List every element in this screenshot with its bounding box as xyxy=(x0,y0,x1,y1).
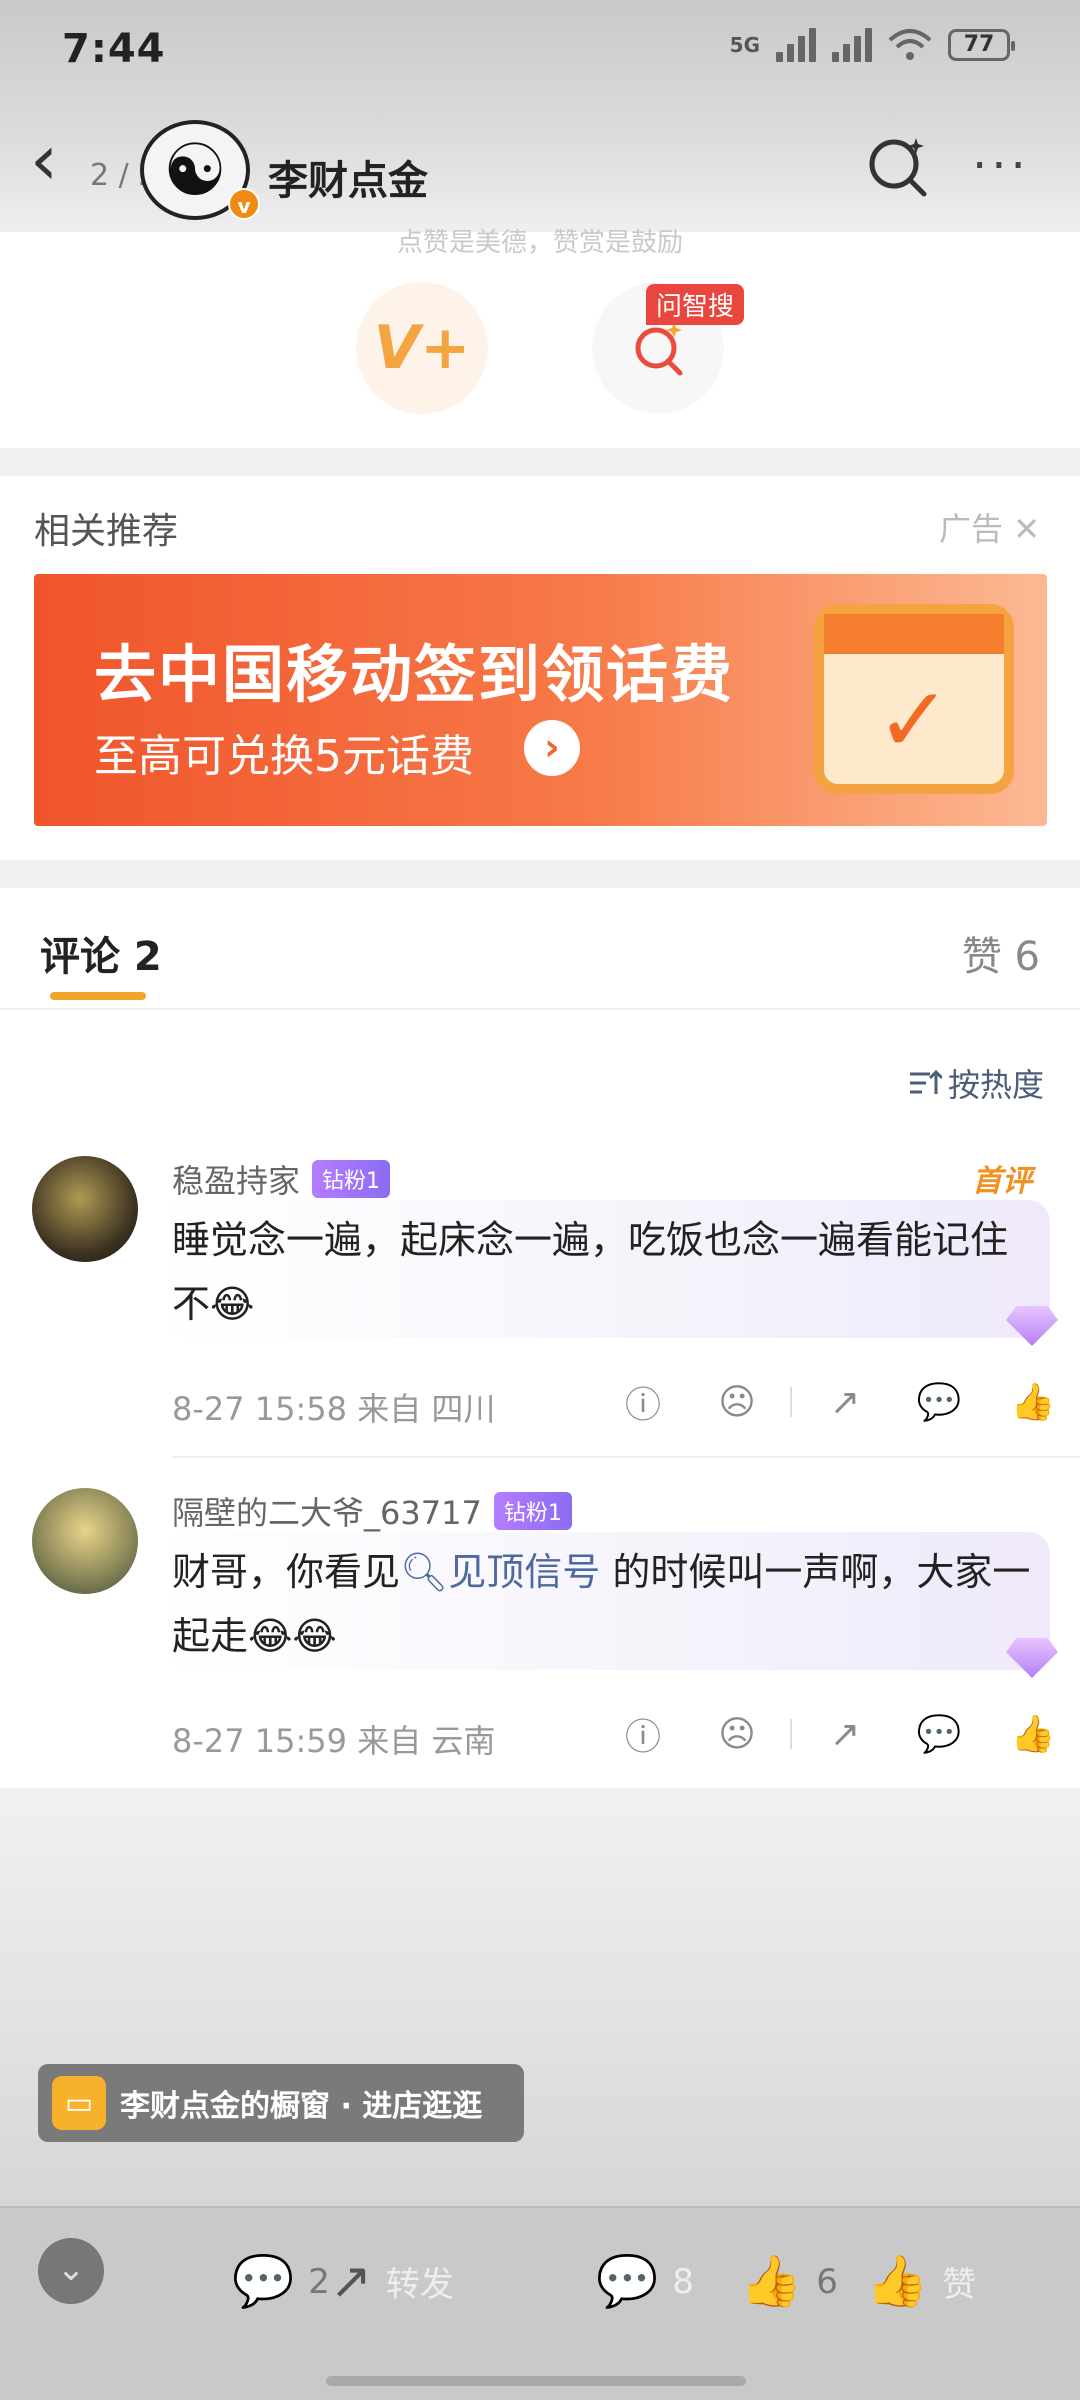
ask-badge: 问智搜 xyxy=(646,284,745,325)
topic-link-text: 见顶信号 xyxy=(448,1550,601,1594)
repost-button[interactable]: ↗ 转发 xyxy=(330,2252,454,2310)
collapse-button[interactable]: ⌄ xyxy=(38,2238,104,2304)
topic-link[interactable]: 🔍︎见顶信号 xyxy=(400,1550,600,1594)
diamond-icon xyxy=(1006,1638,1058,1678)
commenter-avatar[interactable] xyxy=(32,1156,138,1262)
report-icon[interactable]: ⓘ xyxy=(596,1376,690,1428)
status-time: 7:44 xyxy=(62,26,166,72)
like-ghost-button[interactable]: 👍 赞 xyxy=(866,2252,976,2311)
comment-meta: 8-27 15:58 来自 四川 xyxy=(172,1390,496,1428)
signal-icon xyxy=(776,28,816,62)
comment-count: 2 xyxy=(308,2261,330,2302)
sort-icon xyxy=(909,1069,942,1094)
report-icon[interactable]: ⓘ xyxy=(596,1708,690,1760)
repost-count: 8 xyxy=(672,2261,694,2302)
dislike-icon[interactable]: ☹ xyxy=(690,1382,784,1423)
like-icon: 👍 xyxy=(740,2252,803,2310)
tab-likes[interactable]: 赞 6 xyxy=(962,924,1040,982)
comment-icon: 💬 xyxy=(232,2252,295,2310)
battery-icon: 77 xyxy=(948,29,1015,61)
comment-actions: ⓘ ☹ ↗ 💬 👍 xyxy=(596,1708,1080,1760)
status-icons: 5G 77 xyxy=(729,28,1015,62)
like-label: 赞 xyxy=(942,2265,977,2305)
comment-text[interactable]: 财哥，你看见🔍︎见顶信号 的时候叫一声啊，大家一起走😂😂 xyxy=(172,1540,1032,1668)
like-button[interactable]: 👍 6 xyxy=(740,2252,838,2311)
commenter-name-row: 隔壁的二大爷_63717 钻粉1 xyxy=(172,1488,572,1534)
ad-close-button[interactable]: 广告 ✕ xyxy=(939,504,1040,550)
comment-text[interactable]: 睡觉念一遍，起床念一遍，吃饭也念一遍看能记住不😂 xyxy=(172,1208,1032,1336)
bottom-fade xyxy=(0,1790,1080,2210)
reward-hint: 点赞是美德，赞赏是鼓励 xyxy=(396,228,683,258)
dislike-icon[interactable]: ☹ xyxy=(690,1714,784,1755)
comment-text-part: 财哥，你看见 xyxy=(172,1550,401,1594)
action-separator xyxy=(790,1387,792,1417)
commenter-name[interactable]: 稳盈持家 xyxy=(172,1156,300,1202)
shop-icon: ▭ xyxy=(52,2076,106,2130)
comment-actions: ⓘ ☹ ↗ 💬 👍 xyxy=(596,1376,1080,1428)
shop-label: 李财点金的橱窗 · 进店逛逛 xyxy=(120,2089,483,2124)
tab-underline xyxy=(50,992,146,1000)
repost-label: 转发 xyxy=(385,2264,454,2305)
comment-divider xyxy=(172,1456,1080,1458)
sort-label: 按热度 xyxy=(947,1066,1044,1104)
back-button[interactable]: ‹ xyxy=(30,125,80,200)
tabs-divider xyxy=(0,1008,1080,1010)
sort-button[interactable]: 按热度 xyxy=(908,1060,1044,1106)
repost-icon: ↗ xyxy=(330,2252,372,2310)
comment-meta: 8-27 15:59 来自 云南 xyxy=(172,1722,496,1760)
like-count: 6 xyxy=(816,2261,838,2302)
banner-subtitle: 至高可兑换5元话费 xyxy=(94,731,474,782)
bottom-bar: ⌄ 💬 2 ↗ 转发 💬 8 👍 6 👍 赞 xyxy=(0,2206,1080,2400)
recommend-title: 相关推荐 xyxy=(34,511,179,552)
thumb-up-icon: 👍 xyxy=(866,2252,929,2310)
verified-badge-icon: v xyxy=(228,188,260,220)
reply-icon: 💬 xyxy=(596,2252,659,2310)
vplus-button[interactable]: V+ xyxy=(356,282,488,414)
like-icon[interactable]: 👍 xyxy=(986,1381,1080,1423)
action-separator xyxy=(790,1719,792,1749)
diamond-icon xyxy=(1006,1306,1058,1346)
share-icon[interactable]: ↗ xyxy=(798,1714,892,1755)
search-icon: 🔍︎ xyxy=(400,1550,449,1594)
fan-badge: 钻粉1 xyxy=(493,1492,572,1530)
fan-badge: 钻粉1 xyxy=(312,1160,391,1198)
tab-comments[interactable]: 评论 2 xyxy=(40,924,162,982)
top-header: 7:44 5G 77 ‹ 2 / 2 ☯ v 李财点金 ··· xyxy=(0,0,1080,232)
share-icon[interactable]: ↗ xyxy=(798,1382,892,1423)
like-icon[interactable]: 👍 xyxy=(986,1713,1080,1755)
shop-window-button[interactable]: ▭ 李财点金的橱窗 · 进店逛逛 xyxy=(38,2064,524,2142)
reply-icon[interactable]: 💬 xyxy=(892,1713,986,1755)
reply-count-button[interactable]: 💬 8 xyxy=(596,2252,694,2311)
more-icon[interactable]: ··· xyxy=(972,142,1030,190)
signal-2-icon xyxy=(832,28,872,62)
calendar-icon: ✓ xyxy=(814,604,1014,794)
comments-section: 评论 2 赞 6 按热度 稳盈持家 钻粉1 首评 睡觉念一遍，起床念一遍，吃饭也… xyxy=(0,888,1080,1788)
reply-icon[interactable]: 💬 xyxy=(892,1381,986,1423)
commenter-name-row: 稳盈持家 钻粉1 xyxy=(172,1156,391,1202)
commenter-avatar[interactable] xyxy=(32,1488,138,1594)
smart-search-icon[interactable] xyxy=(862,130,932,200)
comment-button[interactable]: 💬 2 xyxy=(232,2252,330,2311)
banner-arrow-icon: › xyxy=(524,720,580,776)
close-icon[interactable]: ✕ xyxy=(1013,510,1040,548)
vplus-icon: V+ xyxy=(373,313,471,383)
banner-headline: 去中国移动签到领话费 xyxy=(94,638,735,711)
ad-banner[interactable]: 去中国移动签到领话费 至高可兑换5元话费 › ✓ xyxy=(34,574,1047,826)
reward-actions: 点赞是美德，赞赏是鼓励 V+ 问智搜 xyxy=(0,228,1080,448)
wifi-icon xyxy=(888,29,932,60)
ad-label: 广告 xyxy=(939,510,1004,548)
first-comment-badge: 首评 xyxy=(972,1164,1032,1199)
home-indicator[interactable] xyxy=(326,2376,746,2386)
related-recommend: 相关推荐 广告 ✕ 去中国移动签到领话费 至高可兑换5元话费 › ✓ xyxy=(0,476,1080,860)
network-type: 5G xyxy=(729,33,760,57)
commenter-name[interactable]: 隔壁的二大爷_63717 xyxy=(172,1488,482,1534)
ask-search-icon xyxy=(635,322,683,376)
author-name[interactable]: 李财点金 xyxy=(268,148,428,206)
